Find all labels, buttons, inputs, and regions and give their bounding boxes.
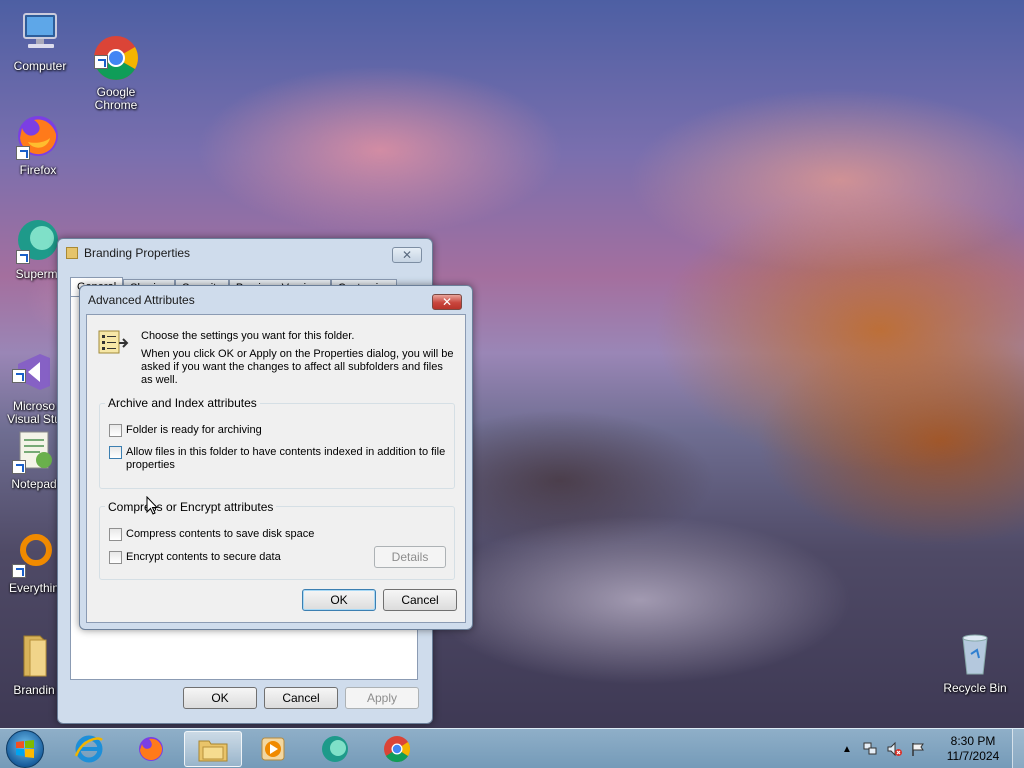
action-center-flag-icon[interactable] (910, 741, 926, 757)
taskbar-supermium[interactable] (306, 731, 364, 767)
shortcut-arrow-icon (16, 250, 30, 264)
properties-ok-button[interactable]: OK (183, 687, 257, 709)
properties-cancel-button[interactable]: Cancel (264, 687, 338, 709)
supermium-icon (322, 736, 348, 762)
close-icon: ✕ (441, 295, 453, 309)
mouse-cursor-icon (146, 495, 159, 518)
encrypt-option-row[interactable]: Encrypt contents to secure data (109, 551, 281, 564)
start-button[interactable] (6, 730, 44, 768)
archive-checkbox[interactable] (109, 424, 122, 437)
taskbar-file-explorer[interactable] (184, 731, 242, 767)
firefox-icon (14, 112, 62, 160)
windows-logo-icon (16, 740, 34, 758)
dialog-intro-text: Choose the settings you want for this fo… (141, 330, 355, 342)
shortcut-arrow-icon (16, 146, 30, 160)
show-desktop-button[interactable] (1012, 729, 1024, 768)
advanced-ok-button[interactable]: OK (302, 589, 376, 611)
compress-checkbox[interactable] (109, 528, 122, 541)
archive-option-row[interactable]: Folder is ready for archiving (109, 424, 262, 437)
show-hidden-icons-icon[interactable]: ▲ (842, 744, 852, 755)
desktop-icon-recycle-bin[interactable]: Recycle Bin (937, 630, 1013, 695)
media-player-icon (261, 737, 285, 761)
shortcut-arrow-icon (12, 460, 26, 474)
compress-option-row[interactable]: Compress contents to save disk space (109, 528, 314, 541)
folder-icon (66, 247, 78, 259)
dialog-note-text: When you click OK or Apply on the Proper… (141, 348, 454, 386)
volume-muted-icon[interactable] (886, 741, 902, 757)
firefox-icon (139, 737, 163, 761)
desktop-icon-firefox[interactable]: Firefox (0, 112, 76, 177)
notepad-icon (10, 426, 58, 474)
archive-group-label: Archive and Index attributes (105, 396, 260, 410)
encrypt-option-label: Encrypt contents to secure data (126, 551, 281, 563)
index-option-label: Allow files in this folder to have conte… (126, 446, 446, 471)
desktop-icon-label: Firefox (19, 163, 57, 177)
shortcut-arrow-icon (12, 369, 26, 383)
supermium-icon (14, 216, 62, 264)
desktop-icon-label: Microso Visual Stu (7, 399, 61, 426)
desktop-icon-label: Recycle Bin (943, 681, 1007, 695)
attributes-icon (97, 329, 129, 355)
desktop-icon-label: Google Chrome (94, 85, 138, 112)
shortcut-arrow-icon (12, 564, 26, 578)
taskbar-internet-explorer[interactable] (60, 731, 118, 767)
close-icon: ✕ (401, 248, 413, 262)
advanced-cancel-button[interactable]: Cancel (383, 589, 457, 611)
clock-time: 8:30 PM (950, 734, 996, 748)
archive-option-label: Folder is ready for archiving (126, 424, 262, 436)
encrypt-checkbox[interactable] (109, 551, 122, 564)
index-option-row[interactable]: Allow files in this folder to have conte… (109, 446, 449, 472)
internet-explorer-icon (74, 735, 103, 763)
shortcut-arrow-icon (94, 55, 108, 69)
file-explorer-icon (198, 740, 228, 762)
advanced-attributes-dialog: Advanced Attributes ✕ Choose the setting… (79, 285, 473, 630)
advanced-dialog-title: Advanced Attributes (88, 293, 195, 307)
network-icon[interactable] (862, 741, 878, 757)
clock-date: 11/7/2024 (946, 749, 1000, 763)
desktop-icon-label: Computer (13, 59, 67, 73)
chrome-icon (384, 736, 411, 763)
desktop-icon-label: Brandin (13, 683, 55, 697)
taskbar-media-player[interactable] (244, 731, 302, 767)
chrome-icon (92, 21, 140, 80)
everything-search-icon (10, 530, 58, 578)
recycle-bin-icon (951, 630, 999, 678)
taskbar-clock[interactable]: 8:30 PM 11/7/2024 (938, 734, 1008, 764)
compress-option-label: Compress contents to save disk space (126, 528, 315, 540)
desktop-icon-label: Supermi (15, 267, 61, 281)
advanced-dialog-body: Choose the settings you want for this fo… (86, 314, 466, 623)
computer-icon (16, 8, 64, 56)
notification-area: ▲ (842, 729, 926, 768)
taskbar-firefox[interactable] (122, 731, 180, 767)
details-button[interactable]: Details (374, 546, 446, 568)
properties-apply-button[interactable]: Apply (345, 687, 419, 709)
properties-close-button[interactable]: ✕ (392, 247, 422, 263)
desktop-icon-computer[interactable]: Computer (2, 8, 78, 73)
desktop-icon-label: Notepad (11, 477, 57, 491)
compress-group-label: Compress or Encrypt attributes (105, 500, 277, 514)
taskbar-chrome[interactable] (368, 731, 426, 767)
properties-titlebar[interactable]: Branding Properties (58, 239, 432, 267)
taskbar: ▲ 8:30 PM 11/7/2024 (0, 728, 1024, 768)
index-checkbox[interactable] (109, 446, 122, 459)
desktop-icon-label: Everythin (8, 581, 60, 595)
folder-icon (10, 632, 58, 680)
visual-studio-icon (10, 335, 58, 390)
properties-window-title: Branding Properties (84, 246, 191, 260)
advanced-titlebar[interactable]: Advanced Attributes (80, 286, 472, 314)
advanced-close-button[interactable]: ✕ (432, 294, 462, 310)
desktop-icon-google-chrome[interactable]: Google Chrome (78, 8, 154, 112)
